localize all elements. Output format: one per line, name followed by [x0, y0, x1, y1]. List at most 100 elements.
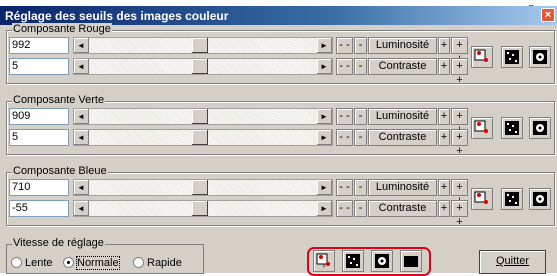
radio-normale-label: Normale [76, 256, 120, 270]
minus-button[interactable]: - [354, 179, 367, 196]
plus-button[interactable]: + [438, 200, 450, 217]
scroll-left-icon[interactable]: ◄ [74, 38, 89, 53]
value-field[interactable]: 992 [9, 37, 69, 54]
group-verte: Composante Verte 909 ◄ ► - - - Luminosit… [6, 94, 555, 157]
value-field[interactable]: 909 [9, 108, 69, 125]
plus-plus-button[interactable]: + + [451, 200, 468, 228]
scroll-right-icon[interactable]: ► [317, 180, 332, 195]
group-label: Composante Bleue [12, 165, 108, 177]
radio-icon [11, 257, 22, 268]
minus-button[interactable]: - [354, 200, 367, 217]
red-dots-button[interactable] [471, 188, 493, 210]
gear-dot-button[interactable] [529, 46, 551, 68]
value-field[interactable]: 5 [9, 129, 69, 146]
minus-minus-button[interactable]: - - [336, 108, 353, 125]
minus-minus-button[interactable]: - - [336, 58, 353, 75]
contraste-label: Contraste [368, 58, 437, 75]
speed-group: Vitesse de réglage Lente Normale Rapide [6, 237, 204, 274]
scroll-right-icon[interactable]: ► [317, 109, 332, 124]
minus-minus-button[interactable]: - - [336, 179, 353, 196]
plus-plus-button[interactable]: + + [451, 58, 468, 86]
minus-button[interactable]: - [354, 108, 367, 125]
plus-plus-button[interactable]: + + [451, 129, 468, 157]
slider[interactable]: ◄ ► [73, 58, 333, 75]
radio-rapide-label: Rapide [147, 257, 182, 269]
plus-plus-button[interactable]: + + [451, 37, 468, 65]
black-square-button[interactable] [400, 250, 422, 272]
contraste-label: Contraste [368, 129, 437, 146]
noise-pattern-button[interactable] [501, 46, 523, 68]
slider[interactable]: ◄ ► [73, 108, 333, 125]
close-button[interactable]: × [541, 8, 555, 22]
minus-minus-button[interactable]: - - [336, 37, 353, 54]
noise-pattern-icon [505, 192, 519, 206]
slider-thumb[interactable] [192, 38, 208, 53]
plus-plus-button[interactable]: + + [451, 108, 468, 136]
slider[interactable]: ◄ ► [73, 200, 333, 217]
plus-plus-button[interactable]: + + [451, 179, 468, 207]
gear-dot-icon [533, 121, 547, 135]
dialog-window: Réglage des seuils des images couleur × … [0, 6, 557, 276]
red-dots-button[interactable] [471, 117, 493, 139]
noise-pattern-button[interactable] [501, 188, 523, 210]
radio-rapide[interactable]: Rapide [133, 257, 182, 269]
red-dots-button[interactable] [313, 250, 335, 272]
minus-minus-button[interactable]: - - [336, 129, 353, 146]
window-title: Réglage des seuils des images couleur [5, 9, 229, 23]
gear-dot-icon [533, 192, 547, 206]
slider-thumb[interactable] [192, 201, 208, 216]
red-dots-icon [474, 49, 488, 62]
slider[interactable]: ◄ ► [73, 129, 333, 146]
noise-pattern-button[interactable] [501, 117, 523, 139]
scroll-right-icon[interactable]: ► [317, 201, 332, 216]
plus-button[interactable]: + [438, 58, 450, 75]
plus-button[interactable]: + [438, 108, 450, 125]
minus-button[interactable]: - [354, 37, 367, 54]
quit-button[interactable]: Quitter [479, 250, 546, 274]
scroll-right-icon[interactable]: ► [317, 59, 332, 74]
noise-pattern-icon [505, 121, 519, 135]
slider[interactable]: ◄ ► [73, 179, 333, 196]
noise-pattern-button[interactable] [342, 250, 364, 272]
scroll-left-icon[interactable]: ◄ [74, 109, 89, 124]
radio-lente[interactable]: Lente [11, 257, 53, 269]
noise-pattern-icon [505, 50, 519, 64]
scroll-left-icon[interactable]: ◄ [74, 180, 89, 195]
plus-button[interactable]: + [438, 129, 450, 146]
group-bleue: Composante Bleue 710 ◄ ► - - - Luminosit… [6, 165, 555, 228]
luminosite-label: Luminosité [368, 108, 437, 125]
black-square-icon [404, 256, 418, 267]
scroll-right-icon[interactable]: ► [317, 38, 332, 53]
noise-pattern-icon [346, 254, 360, 268]
plus-button[interactable]: + [438, 179, 450, 196]
slider-thumb[interactable] [192, 109, 208, 124]
value-field[interactable]: 5 [9, 58, 69, 75]
gear-dot-button[interactable] [529, 188, 551, 210]
slider-thumb[interactable] [192, 59, 208, 74]
minus-button[interactable]: - [354, 58, 367, 75]
luminosite-label: Luminosité [368, 179, 437, 196]
scroll-right-icon[interactable]: ► [317, 130, 332, 145]
scroll-left-icon[interactable]: ◄ [74, 130, 89, 145]
gear-dot-icon [533, 50, 547, 64]
gear-dot-button[interactable] [529, 117, 551, 139]
slider[interactable]: ◄ ► [73, 37, 333, 54]
gear-dot-button[interactable] [371, 250, 393, 272]
plus-button[interactable]: + [438, 37, 450, 54]
minus-minus-button[interactable]: - - [336, 200, 353, 217]
value-field[interactable]: 710 [9, 179, 69, 196]
red-dots-button[interactable] [471, 46, 493, 68]
radio-icon [133, 257, 144, 268]
scroll-left-icon[interactable]: ◄ [74, 201, 89, 216]
radio-normale[interactable]: Normale [63, 256, 120, 270]
slider-thumb[interactable] [192, 130, 208, 145]
slider-thumb[interactable] [192, 180, 208, 195]
group-label: Composante Rouge [12, 23, 112, 35]
minus-button[interactable]: - [354, 129, 367, 146]
group-rouge: Composante Rouge 992 ◄ ► - - - Luminosit… [6, 23, 555, 86]
scroll-left-icon[interactable]: ◄ [74, 59, 89, 74]
value-field[interactable]: -55 [9, 200, 69, 217]
group-label: Composante Verte [12, 94, 106, 106]
speed-label: Vitesse de réglage [12, 237, 105, 249]
red-dots-icon [474, 120, 488, 133]
